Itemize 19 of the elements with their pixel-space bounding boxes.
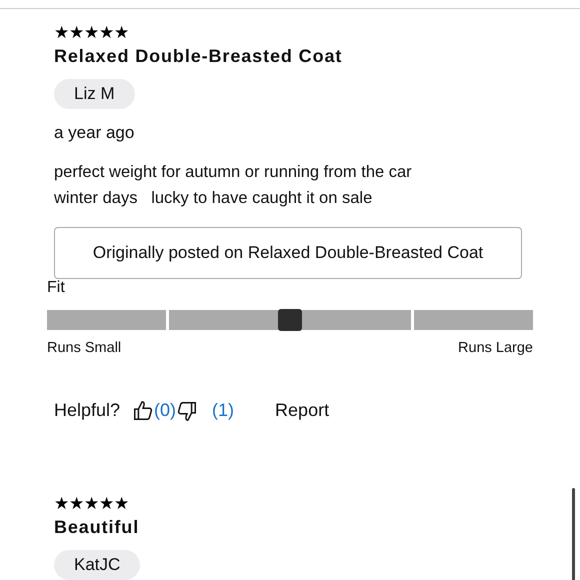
- star-rating: ★★★★★: [54, 22, 129, 42]
- review-date: a year ago: [54, 122, 136, 142]
- star-rating: ★★★★★: [54, 494, 129, 514]
- scrollbar[interactable]: [572, 488, 575, 580]
- review-title: Relaxed Double-Breasted Coat: [54, 46, 344, 66]
- unhelpful-count[interactable]: (1): [212, 400, 234, 421]
- author-chip: KatJC: [54, 550, 140, 580]
- origin-note: Originally posted on Relaxed Double-Breasted Coat: [54, 226, 522, 278]
- fit-label: Fit: [47, 278, 66, 296]
- author-chip: Liz M: [54, 78, 135, 108]
- fit-max-label: Runs Large: [458, 340, 533, 356]
- thumbs-down-icon[interactable]: [176, 400, 198, 422]
- review-text: perfect weight for autumn or running from the car winter days lucky to have caught it on sale: [54, 162, 413, 208]
- review-title: Beautiful: [54, 517, 140, 538]
- helpful-count[interactable]: (0): [154, 400, 176, 421]
- fit-min-label: Runs Small: [47, 340, 122, 356]
- thumbs-up-icon[interactable]: [132, 400, 154, 422]
- helpful-label: Helpful?: [54, 400, 120, 421]
- report-link[interactable]: Report: [275, 400, 330, 421]
